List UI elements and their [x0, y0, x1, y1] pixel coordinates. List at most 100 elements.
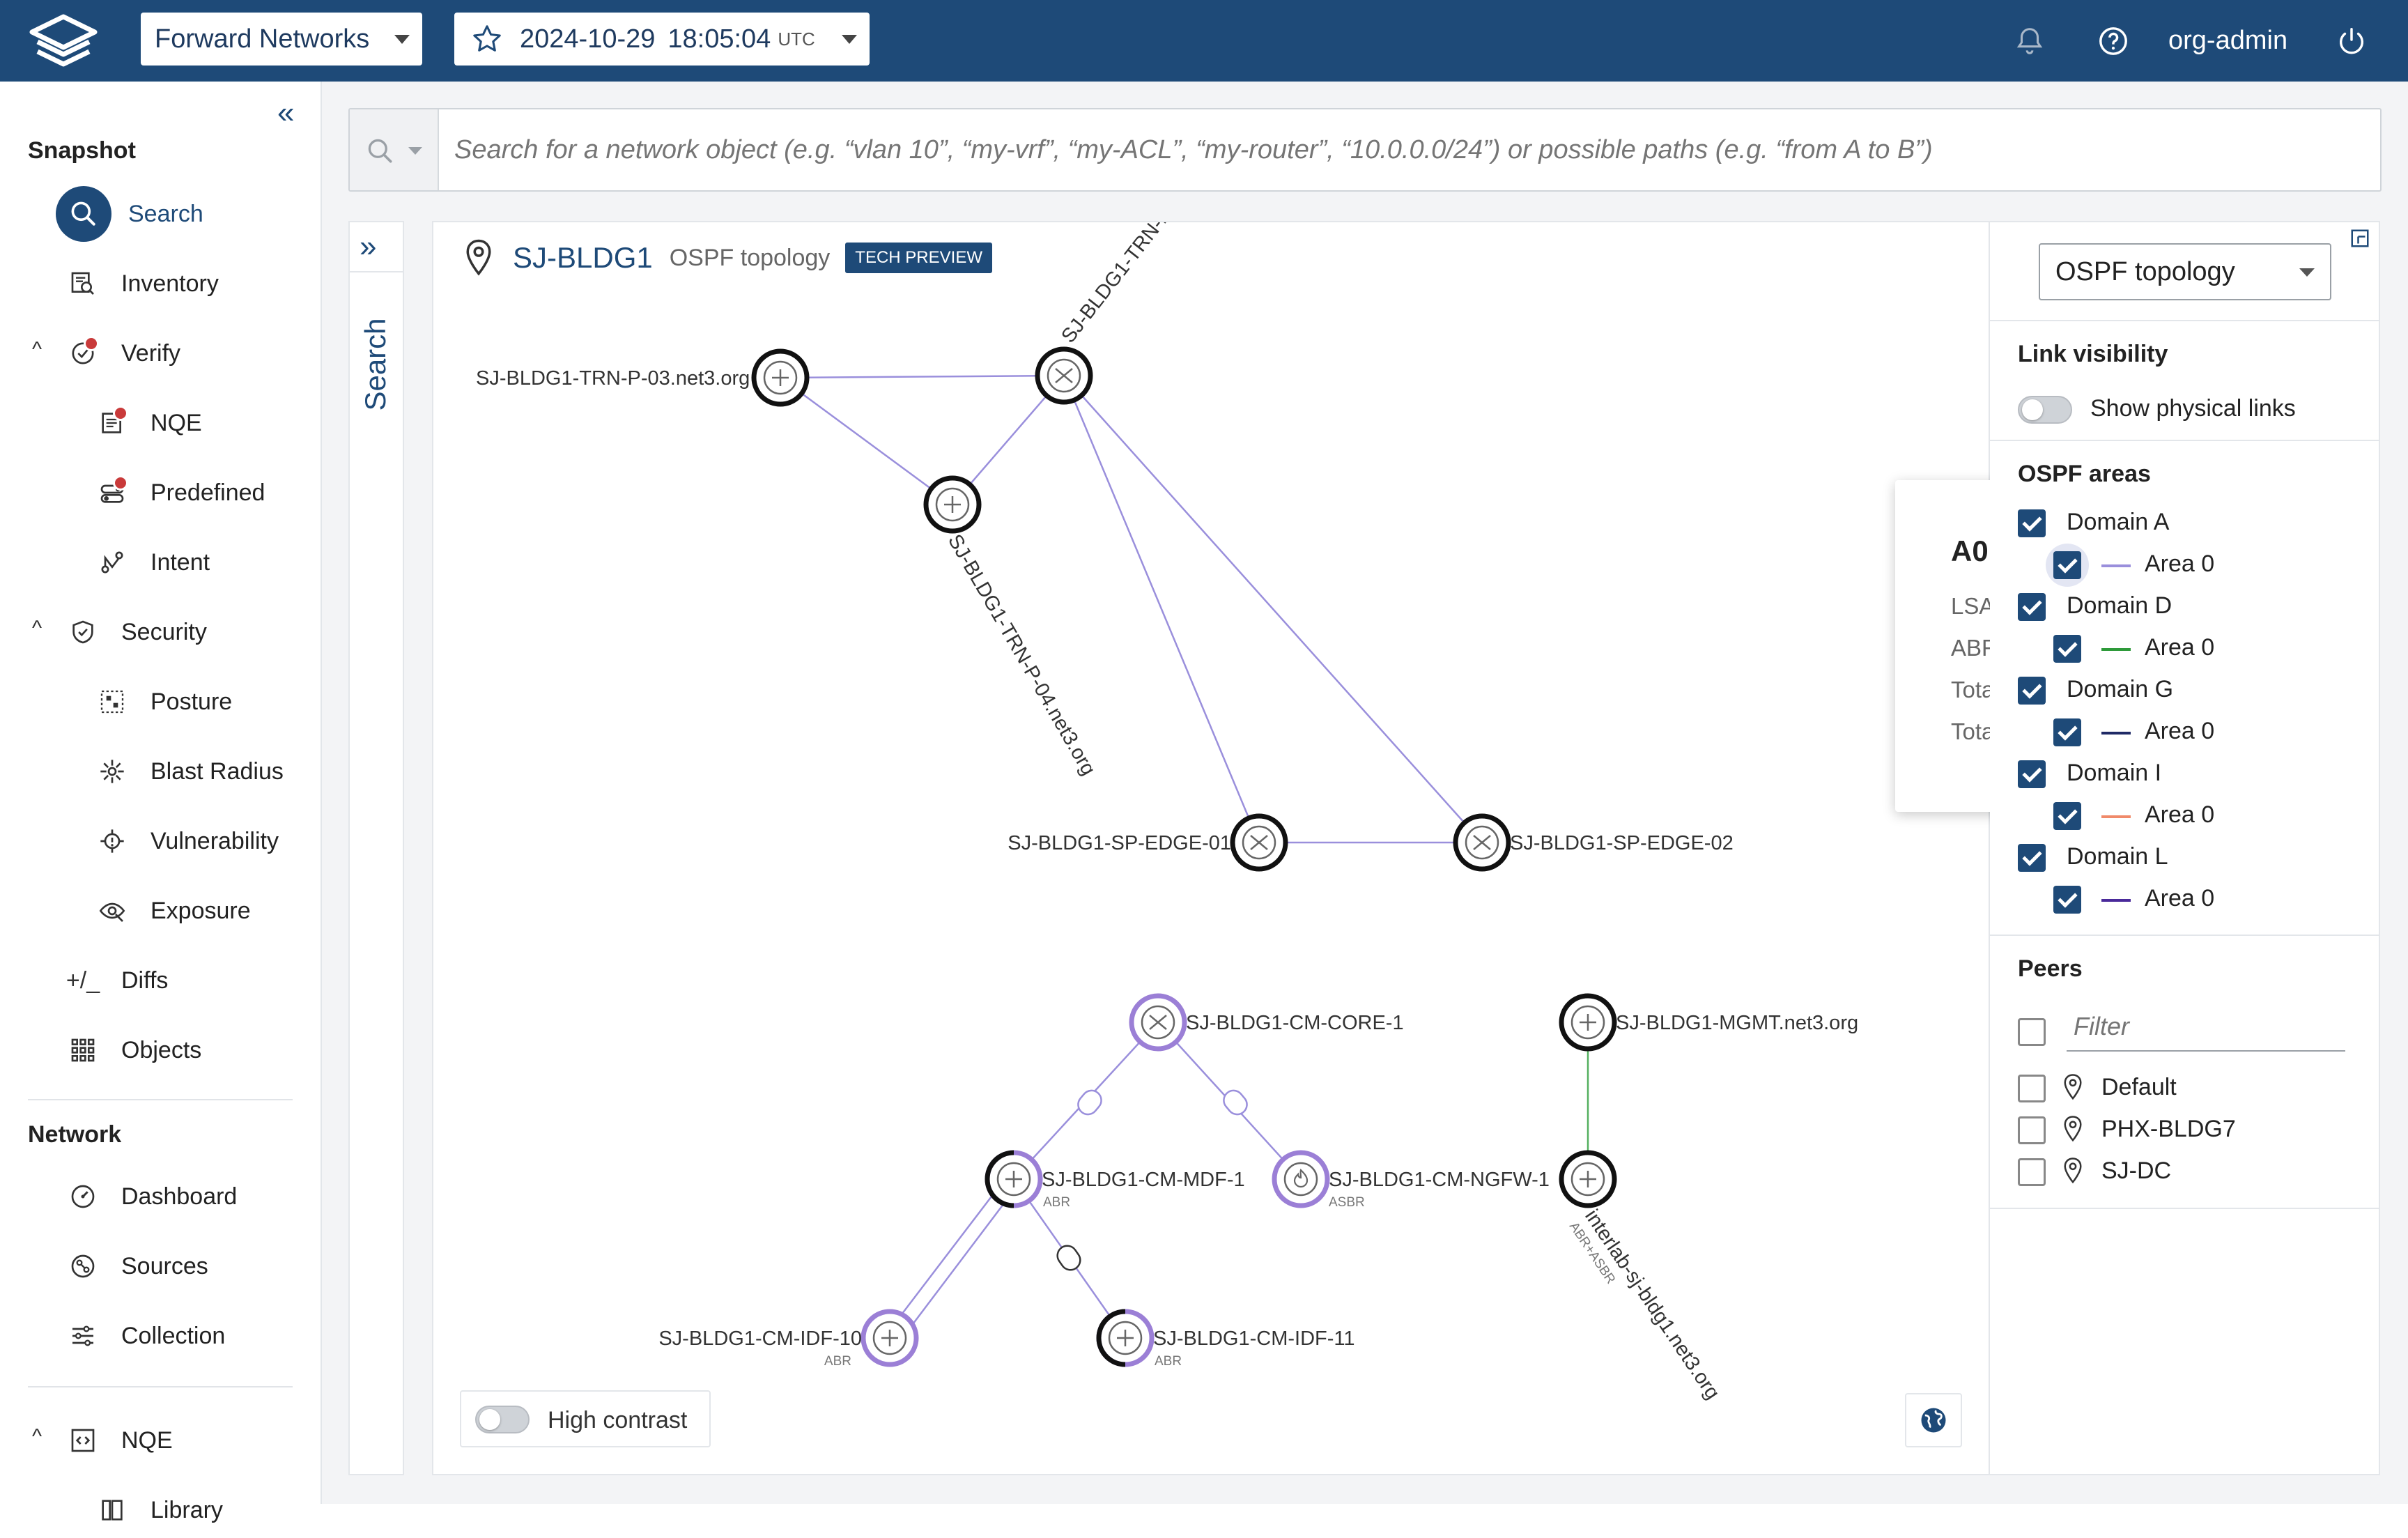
sidebar-item-nqe-section[interactable]: NQE — [65, 1413, 173, 1468]
peer-checkbox[interactable] — [2018, 1158, 2046, 1186]
search-scope-dropdown[interactable] — [350, 109, 439, 190]
popout-icon[interactable] — [2349, 228, 2370, 249]
sidebar-item-label: Objects — [121, 1036, 202, 1063]
collapsed-search-panel[interactable]: » Search — [348, 221, 404, 1475]
user-menu[interactable]: org-admin — [2168, 0, 2287, 82]
help-icon[interactable] — [2097, 0, 2129, 82]
forward-networks-logo-icon[interactable] — [25, 13, 102, 68]
collection-icon — [65, 1318, 100, 1353]
link[interactable] — [1063, 375, 1260, 843]
router-node-mgmt[interactable] — [1559, 993, 1617, 1052]
notifications-icon[interactable] — [2014, 0, 2046, 82]
peer-label: Default — [2101, 1074, 2177, 1100]
sidebar-item-search[interactable]: Search — [56, 186, 203, 242]
area-checkbox[interactable] — [2053, 886, 2081, 914]
area-checkbox[interactable] — [2053, 718, 2081, 746]
router-node-cm-idf-10[interactable] — [860, 1309, 919, 1367]
switch-node-cm-core-1[interactable] — [1129, 993, 1187, 1052]
inventory-icon — [65, 266, 100, 301]
chevron-up-icon[interactable]: ^ — [32, 338, 42, 362]
sidebar-item-blast-radius[interactable]: Blast Radius — [95, 744, 284, 799]
link-marker[interactable] — [1054, 1242, 1084, 1274]
domain-label: Domain L — [2067, 843, 2168, 870]
search-input[interactable] — [453, 109, 2362, 190]
switch-node-sp-edge-01[interactable] — [1230, 813, 1288, 872]
location-pin-icon — [2064, 1074, 2082, 1100]
divider — [1990, 320, 2380, 321]
link[interactable] — [900, 1183, 1019, 1341]
area-label: Area 0 — [2145, 801, 2215, 828]
switch-node-sp-edge-02[interactable] — [1453, 813, 1511, 872]
snapshot-selector[interactable]: 2024-10-29 18:05:04 UTC — [454, 13, 870, 66]
right-panel: OSPF topology Link visibility Show physi… — [1990, 221, 2380, 1475]
node-label: SJ-BLDG1-TRN-P-03.net3.org — [476, 367, 750, 390]
link-marker[interactable] — [1220, 1086, 1251, 1118]
sidebar-item-label: Library — [150, 1496, 223, 1523]
firewall-node-cm-ngfw-1[interactable] — [1272, 1150, 1330, 1208]
show-physical-links-toggle[interactable] — [2018, 396, 2072, 424]
search-panel-label[interactable]: Search — [359, 312, 392, 417]
sidebar-item-diffs[interactable]: +/_ Diffs — [65, 953, 169, 1008]
popup-title: A0 — [1951, 535, 1989, 567]
sidebar-item-sources[interactable]: Sources — [65, 1238, 208, 1294]
chevron-up-icon[interactable]: ^ — [32, 1425, 42, 1449]
area-checkbox[interactable] — [2053, 551, 2081, 579]
node-label: SJ-BLDG1-CM-CORE-1 — [1186, 1012, 1404, 1034]
peer-label: PHX-BLDG7 — [2101, 1116, 2236, 1142]
org-selector[interactable]: Forward Networks — [141, 13, 422, 66]
sidebar-item-label: Inventory — [121, 270, 219, 297]
sidebar-item-collection[interactable]: Collection — [65, 1308, 225, 1364]
peers-filter-input[interactable] — [2067, 1003, 2345, 1052]
sidebar-item-security[interactable]: Security — [65, 604, 207, 660]
expand-icon[interactable]: » — [360, 229, 376, 264]
sidebar-item-objects[interactable]: Objects — [65, 1022, 201, 1078]
peer-checkbox[interactable] — [2018, 1116, 2046, 1144]
sidebar-item-exposure[interactable]: Exposure — [95, 883, 251, 939]
select-all-peers-checkbox[interactable] — [2018, 1018, 2046, 1046]
area-checkbox[interactable] — [2053, 802, 2081, 830]
sidebar-item-predefined[interactable]: Predefined — [95, 465, 265, 521]
logout-icon[interactable] — [2336, 0, 2368, 82]
link[interactable] — [1063, 375, 1483, 843]
globe-icon[interactable] — [1905, 1393, 1962, 1447]
chevron-up-icon[interactable]: ^ — [32, 617, 42, 640]
domain-checkbox[interactable] — [2018, 509, 2046, 537]
collapse-sidebar-icon[interactable]: « — [277, 95, 294, 130]
node-label: SJ-BLDG1-CM-NGFW-1 — [1329, 1169, 1550, 1191]
sidebar-item-vulnerability[interactable]: Vulnerability — [95, 813, 279, 869]
star-icon[interactable] — [471, 23, 503, 55]
router-node-interlab[interactable] — [1559, 1150, 1617, 1208]
peer-checkbox[interactable] — [2018, 1075, 2046, 1102]
view-select[interactable]: OSPF topology — [2039, 243, 2331, 300]
link[interactable] — [886, 1178, 1005, 1335]
sidebar-item-library[interactable]: Library — [95, 1482, 223, 1538]
domain-label: Domain I — [2067, 760, 2162, 786]
domain-checkbox[interactable] — [2018, 677, 2046, 705]
objects-icon — [65, 1033, 100, 1068]
org-name: Forward Networks — [155, 24, 370, 54]
switch-node-trn-p-top[interactable] — [1035, 346, 1093, 405]
node-label: SJ-BLDG1-MGMT.net3.org — [1616, 1012, 1858, 1034]
link[interactable] — [780, 374, 1065, 379]
router-node-trn-p-04[interactable] — [923, 475, 982, 534]
sidebar-item-inventory[interactable]: Inventory — [65, 256, 219, 312]
router-node-trn-p-03[interactable] — [751, 348, 810, 407]
sidebar-item-nqe[interactable]: NQE — [95, 395, 202, 451]
chevron-down-icon — [842, 35, 857, 44]
sidebar-item-dashboard[interactable]: Dashboard — [65, 1169, 237, 1224]
domain-checkbox[interactable] — [2018, 760, 2046, 788]
high-contrast-toggle[interactable] — [475, 1406, 530, 1433]
area-color-swatch — [2101, 815, 2131, 818]
link[interactable] — [780, 376, 953, 506]
sidebar-item-verify[interactable]: Verify — [65, 325, 180, 381]
topology-canvas[interactable]: SJ-BLDG1 OSPF topology TECH PREVIEW SJ-B… — [432, 221, 1990, 1475]
router-node-cm-idf-11[interactable] — [1096, 1309, 1155, 1367]
domain-checkbox[interactable] — [2018, 844, 2046, 872]
router-node-cm-mdf-1[interactable] — [985, 1150, 1043, 1208]
node-role-label: ABR — [824, 1354, 851, 1369]
link-marker[interactable] — [1074, 1086, 1106, 1118]
sidebar-item-intent[interactable]: Intent — [95, 535, 210, 590]
sidebar-item-posture[interactable]: Posture — [95, 674, 232, 730]
area-checkbox[interactable] — [2053, 635, 2081, 663]
domain-checkbox[interactable] — [2018, 593, 2046, 621]
